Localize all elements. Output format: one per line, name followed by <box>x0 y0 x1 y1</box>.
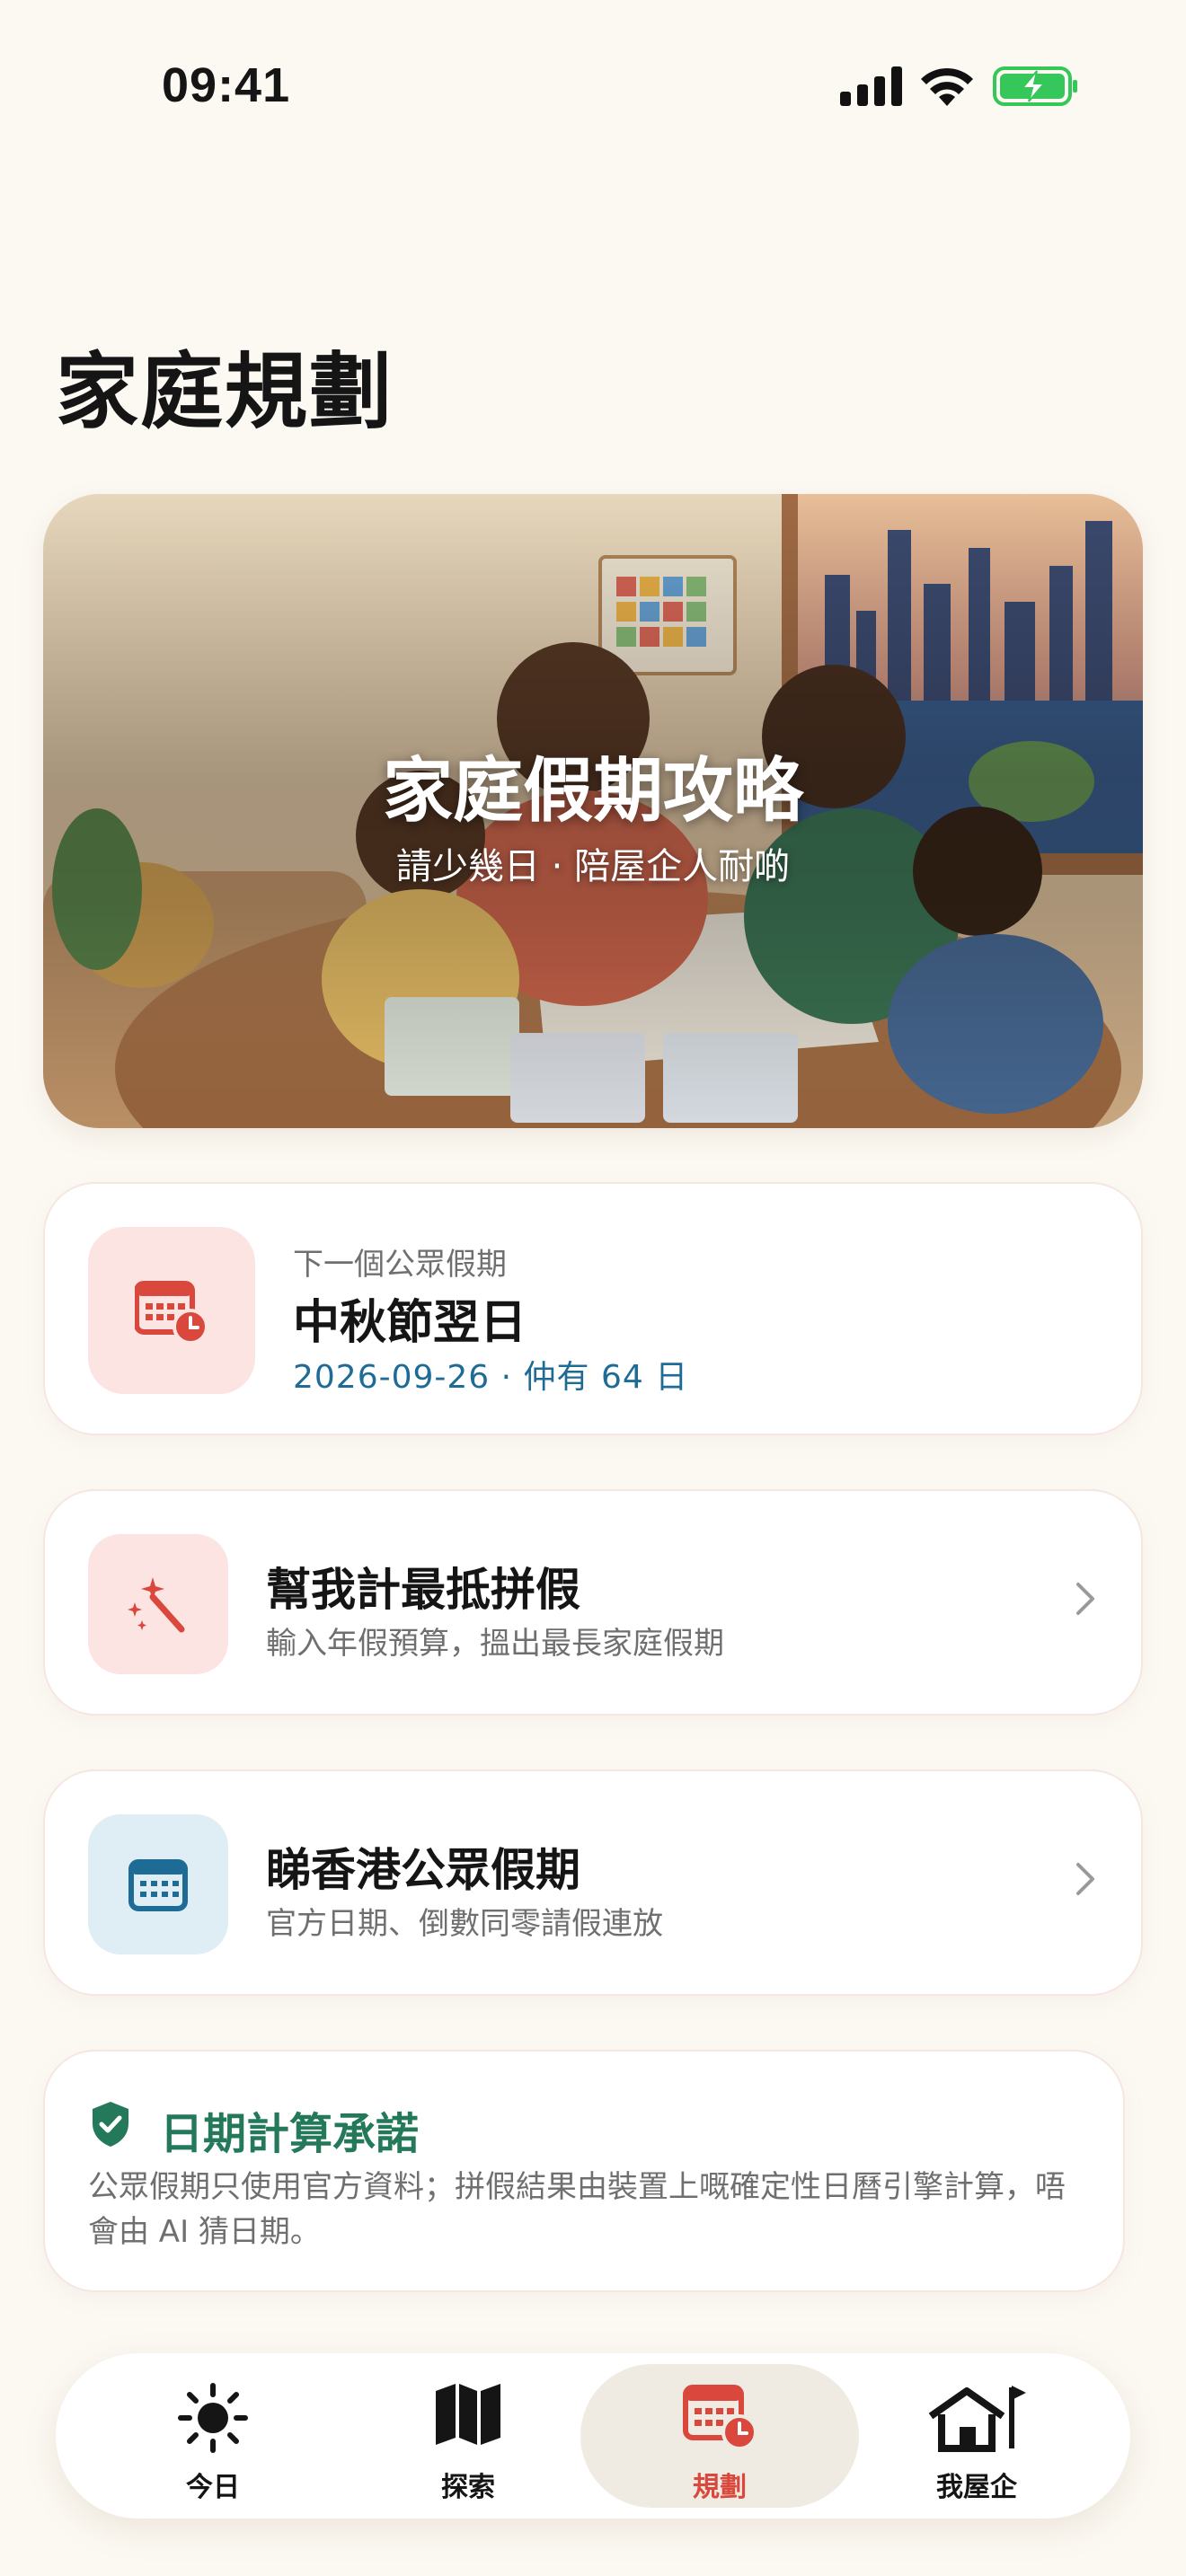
next-holiday-label: 下一個公眾假期 <box>293 1247 507 1283</box>
promise-title: 日期計算承諾 <box>160 2109 420 2159</box>
home-flag-icon <box>928 2386 1026 2452</box>
magic-wand-icon <box>128 1577 185 1633</box>
tab-bar: 今日 探索 規劃 我屋企 <box>56 2353 1130 2519</box>
tab-my-home-label: 我屋企 <box>936 2472 1017 2503</box>
hero-title: 家庭假期攻略 <box>382 751 803 832</box>
calendar-icon <box>128 1859 188 1911</box>
public-holidays-card[interactable]: 睇香港公眾假期 官方日期、倒數同零請假連放 <box>43 1769 1143 1996</box>
tab-today-label: 今日 <box>186 2472 240 2503</box>
next-holiday-icon-tile <box>88 1227 255 1394</box>
next-holiday-name: 中秋節翌日 <box>293 1296 527 1350</box>
shield-check-icon <box>93 2102 128 2147</box>
tab-explore-label: 探索 <box>441 2472 495 2503</box>
next-holiday-date: 2026-09-26 · 仲有 64 日 <box>293 1359 689 1396</box>
promise-body: 公眾假期只使用官方資料；拼假結果由裝置上嘅確定性日曆引擎計算，唔會由 AI 猜日… <box>88 2169 1066 2250</box>
public-holidays-title: 睇香港公眾假期 <box>266 1844 580 1896</box>
tab-explore[interactable]: 探索 <box>329 2364 607 2508</box>
chevron-right-icon <box>1076 1583 1094 1615</box>
hero-banner[interactable]: 家庭假期攻略 請少幾日 · 陪屋企人耐啲 <box>43 494 1143 1128</box>
tab-my-home[interactable]: 我屋企 <box>837 2364 1116 2508</box>
public-holidays-subtitle: 官方日期、倒數同零請假連放 <box>266 1906 663 1942</box>
signal-icon <box>840 66 902 106</box>
next-holiday-card[interactable]: 下一個公眾假期 中秋節翌日 2026-09-26 · 仲有 64 日 <box>43 1182 1143 1435</box>
tab-today[interactable]: 今日 <box>74 2364 352 2508</box>
calendar-clock-icon <box>135 1281 208 1345</box>
date-promise-card: 日期計算承諾 公眾假期只使用官方資料；拼假結果由裝置上嘅確定性日曆引擎計算，唔會… <box>43 2050 1125 2292</box>
page-title: 家庭規劃 <box>56 344 394 440</box>
status-bar: 09:41 <box>0 0 1186 171</box>
battery-charging-icon <box>993 66 1077 106</box>
wifi-icon <box>921 67 973 106</box>
plan-leave-icon-tile <box>88 1534 228 1674</box>
plan-leave-title: 幫我計最抵拼假 <box>266 1564 580 1616</box>
plan-leave-card[interactable]: 幫我計最抵拼假 輸入年假預算，搵出最長家庭假期 <box>43 1489 1143 1716</box>
chevron-right-icon <box>1076 1863 1094 1895</box>
tab-plan[interactable]: 規劃 <box>580 2364 859 2508</box>
map-icon <box>436 2384 500 2445</box>
status-time: 09:41 <box>162 58 291 112</box>
calendar-clock-icon <box>683 2385 757 2450</box>
hero-subtitle: 請少幾日 · 陪屋企人耐啲 <box>395 846 791 887</box>
tab-plan-label: 規劃 <box>693 2472 747 2503</box>
sun-icon <box>178 2383 248 2453</box>
public-holidays-icon-tile <box>88 1814 228 1954</box>
plan-leave-subtitle: 輸入年假預算，搵出最長家庭假期 <box>266 1626 724 1662</box>
